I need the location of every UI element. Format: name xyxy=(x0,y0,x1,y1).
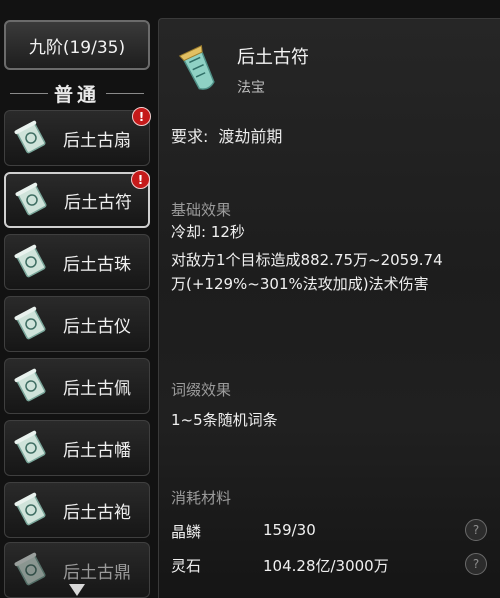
item-slot[interactable]: 后土古扇 ! xyxy=(4,107,151,166)
base-effect-title: 基础效果 xyxy=(171,201,232,219)
requirement-label: 要求: xyxy=(171,127,209,146)
material-name: 灵石 xyxy=(171,557,202,575)
section-title: 普通 xyxy=(54,83,101,106)
scroll-icon xyxy=(14,306,46,340)
item-list-panel: 九阶(19/35) 普通 后土古扇 ! 后土古符 ! 后土古珠 后土古仪 后土古… xyxy=(0,0,160,598)
scroll-icon xyxy=(14,120,46,154)
requirement: 要求: 渡劫前期 xyxy=(171,123,282,147)
item-slot[interactable]: 后土古幡 xyxy=(4,420,150,476)
talisman-icon xyxy=(178,45,215,90)
item-slot[interactable]: 后土古佩 xyxy=(4,358,150,414)
affix-text: 1~5条随机词条 xyxy=(171,411,278,429)
item-label: 后土古扇 xyxy=(63,130,131,151)
section-header: 普通 xyxy=(4,80,150,106)
item-slot[interactable]: 后土古珠 xyxy=(4,234,150,290)
item-label: 后土古佩 xyxy=(63,378,131,399)
materials-title: 消耗材料 xyxy=(171,489,232,507)
item-slot[interactable]: 后土古仪 xyxy=(4,296,150,352)
material-name: 晶鳞 xyxy=(171,523,202,541)
help-icon[interactable]: ? xyxy=(465,553,487,575)
item-label: 后土古鼎 xyxy=(63,562,131,583)
material-row: 晶鳞 159/30 ? xyxy=(171,519,489,543)
scroll-icon xyxy=(14,368,46,402)
material-amount: 159/30 xyxy=(263,521,316,539)
scroll-icon xyxy=(14,552,46,586)
help-icon[interactable]: ? xyxy=(465,519,487,541)
item-label: 后土古符 xyxy=(64,192,132,213)
affix-effect-title: 词缀效果 xyxy=(171,381,232,399)
scroll-icon xyxy=(14,492,46,526)
item-slot[interactable]: 后土古袍 xyxy=(4,482,150,538)
cooldown-text: 冷却: 12秒 xyxy=(171,223,245,241)
tier-button[interactable]: 九阶(19/35) xyxy=(4,20,150,70)
alert-badge: ! xyxy=(132,107,151,126)
scroll-down-icon[interactable] xyxy=(69,584,85,596)
divider xyxy=(10,92,48,94)
divider xyxy=(106,92,145,94)
item-label: 后土古仪 xyxy=(63,316,131,337)
scroll-icon xyxy=(14,244,46,278)
effect-text-line2: 万(+129%~301%法攻加成)法术伤害 xyxy=(171,275,429,293)
alert-badge: ! xyxy=(131,170,150,189)
item-type: 法宝 xyxy=(237,80,265,96)
item-name: 后土古符 xyxy=(237,47,309,68)
scroll-icon xyxy=(14,430,46,464)
item-slot-selected[interactable]: 后土古符 ! xyxy=(4,170,150,228)
material-amount: 104.28亿/3000万 xyxy=(263,557,389,575)
scroll-icon xyxy=(15,182,47,216)
tier-button-label: 九阶(19/35) xyxy=(28,37,126,58)
item-detail-panel: 后土古符 法宝 要求: 渡劫前期 基础效果 冷却: 12秒 对敌方1个目标造成88… xyxy=(158,18,500,598)
item-label: 后土古珠 xyxy=(63,254,131,275)
requirement-value: 渡劫前期 xyxy=(218,127,283,146)
effect-text-line1: 对敌方1个目标造成882.75万~2059.74 xyxy=(171,251,443,269)
item-label: 后土古袍 xyxy=(63,502,131,523)
item-label: 后土古幡 xyxy=(63,440,131,461)
material-row: 灵石 104.28亿/3000万 ? xyxy=(171,553,489,577)
